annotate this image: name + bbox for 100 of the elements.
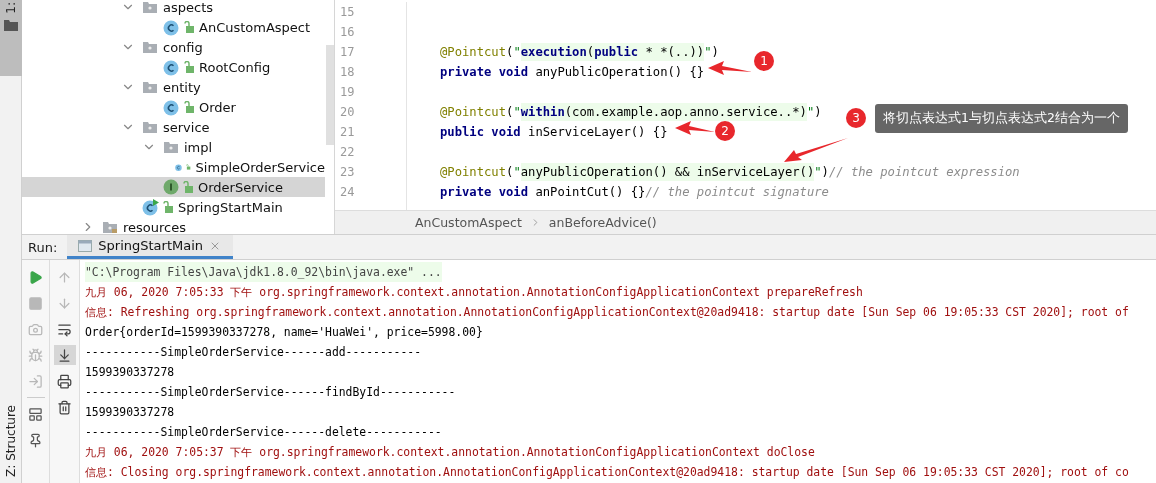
line-number: 17 xyxy=(340,44,356,61)
code-token: @Pointcut xyxy=(440,164,507,181)
tree-item[interactable]: impl xyxy=(22,137,325,157)
lock-icon xyxy=(183,181,193,193)
annotation-arrow xyxy=(675,121,715,135)
callout-number: 1 xyxy=(754,51,774,71)
console-line: 1599390337278 xyxy=(85,404,175,421)
tree-item[interactable]: AnCustomAspect xyxy=(22,17,325,37)
pin-icon xyxy=(28,432,43,448)
code-token: ) xyxy=(821,164,829,181)
tree-item[interactable]: service xyxy=(22,117,325,137)
layout-icon xyxy=(28,406,43,422)
tree-item[interactable]: OrderService xyxy=(22,177,325,197)
code-token: // the pointcut expression xyxy=(828,164,1020,181)
code-token: ) xyxy=(814,104,822,121)
line-number: 20 xyxy=(340,104,356,121)
lock-icon xyxy=(184,61,194,73)
bug-icon xyxy=(28,347,43,363)
tree-item[interactable]: entity xyxy=(22,77,325,97)
run-icon xyxy=(28,269,43,285)
code-token: public xyxy=(594,43,639,61)
code-token: " xyxy=(806,104,815,121)
code-token: within xyxy=(520,103,565,121)
package-folder-icon xyxy=(142,80,158,94)
line-number: 18 xyxy=(340,64,356,81)
callout-number: 3 xyxy=(846,108,866,128)
tree-item[interactable]: RootConfig xyxy=(22,57,325,77)
tree-item[interactable]: SimpleOrderService xyxy=(22,157,325,177)
print-icon xyxy=(57,373,72,389)
class-icon xyxy=(163,58,180,76)
camera-icon xyxy=(28,321,43,337)
line-number: 16 xyxy=(340,24,356,41)
code-token: private void xyxy=(440,64,530,81)
console-line: 信息: Closing org.springframework.context.annotation.AnnotationConfigApplicationContext@20ad9418: startup date [Sun Sep 06 19:05:33 CST 2020]; root of co xyxy=(85,464,1129,481)
code-token: @Pointcut xyxy=(440,44,507,61)
console-line: -----------SimpleOrderService------findById----------- xyxy=(85,384,456,401)
code-token: @Pointcut xyxy=(440,104,507,121)
run-tab[interactable]: SpringStartMain xyxy=(67,235,234,259)
trash-icon xyxy=(57,399,72,415)
run-label: Run: xyxy=(27,238,59,257)
console-line: 信息: Refreshing org.springframework.context.annotation.AnnotationConfigApplicationContext@20ad9418: startup date [Sun Sep 06 19:05:33 CST 2020]; root of xyxy=(85,304,1129,321)
tree-item[interactable]: Order xyxy=(22,97,325,117)
annotation-arrow xyxy=(708,61,752,75)
line-number: 23 xyxy=(340,164,356,181)
folder-icon[interactable] xyxy=(3,19,18,31)
down-arrow-icon xyxy=(57,295,72,311)
callout-number: 2 xyxy=(715,121,735,141)
code-token: anPointCut() {} xyxy=(535,184,646,201)
code-token: ( xyxy=(506,104,514,121)
console-line: 九月 06, 2020 7:05:37 下午 org.springframework.context.annotation.AnnotationConfigApplicationContext doClose xyxy=(85,444,815,461)
line-number: 19 xyxy=(340,84,356,101)
breadcrumb-item[interactable]: anBeforeAdvice() xyxy=(548,215,657,230)
interface-icon xyxy=(163,179,179,195)
scroll-to-end-button[interactable] xyxy=(53,345,76,365)
package-folder-icon xyxy=(163,140,179,154)
structure-tool-label[interactable]: Z: Structure xyxy=(3,405,18,477)
code-token: // the pointcut signature xyxy=(645,184,829,201)
code-token: " xyxy=(814,164,822,181)
runnable-class-icon xyxy=(142,198,159,216)
package-folder-icon xyxy=(142,40,158,54)
lock-icon xyxy=(184,21,194,33)
tree-item[interactable]: SpringStartMain xyxy=(22,197,325,217)
breadcrumb-item[interactable]: AnCustomAspect xyxy=(415,215,522,230)
console-line: Order{orderId=1599390337278, name='HuaWei', price=5998.00} xyxy=(85,324,483,341)
stop-icon xyxy=(28,295,43,311)
tree-item[interactable]: resources xyxy=(22,217,325,234)
code-token: ) xyxy=(711,44,719,61)
code-token: execution xyxy=(520,43,587,61)
lock-icon xyxy=(184,101,194,113)
line-number: 21 xyxy=(340,124,356,141)
code-token: * *(..)) xyxy=(638,43,705,61)
resources-folder-icon xyxy=(102,220,118,234)
console-line: 1599390337278 xyxy=(85,364,175,381)
code-token: anyPublicOperation() {} xyxy=(535,64,705,81)
lock-icon xyxy=(163,201,173,213)
code-token: " xyxy=(513,44,521,61)
class-icon xyxy=(163,18,180,36)
project-tool-label[interactable]: 1: xyxy=(3,2,18,14)
console-line: -----------SimpleOrderService------add----------- xyxy=(85,344,422,361)
code-token: " xyxy=(513,164,521,181)
code-token: anyPublicOperation() && inServiceLayer() xyxy=(520,163,815,181)
line-number: 15 xyxy=(340,4,356,21)
line-number: 24 xyxy=(340,184,356,201)
scroll-to-end-icon xyxy=(57,347,72,363)
code-token: (com.example.aop.anno.service..*) xyxy=(564,103,807,121)
login-icon xyxy=(28,373,43,389)
code-token: ( xyxy=(586,43,595,61)
code-token: " xyxy=(513,104,521,121)
code-token: " xyxy=(704,44,712,61)
code-token: inServiceLayer() {} xyxy=(528,124,668,141)
code-token: ( xyxy=(506,164,514,181)
line-number: 22 xyxy=(340,144,356,161)
up-arrow-icon xyxy=(57,269,72,285)
package-folder-icon xyxy=(142,120,158,134)
callout-note: 将切点表达式1与切点表达式2结合为一个 xyxy=(875,104,1128,133)
console-line: 九月 06, 2020 7:05:33 下午 org.springframework.context.annotation.AnnotationConfigApplicationContext prepareRefresh xyxy=(85,284,863,301)
class-icon xyxy=(163,98,180,116)
tree-item[interactable]: config xyxy=(22,37,325,57)
scrollbar[interactable] xyxy=(326,45,334,145)
tree-item[interactable]: aspects xyxy=(22,0,325,17)
